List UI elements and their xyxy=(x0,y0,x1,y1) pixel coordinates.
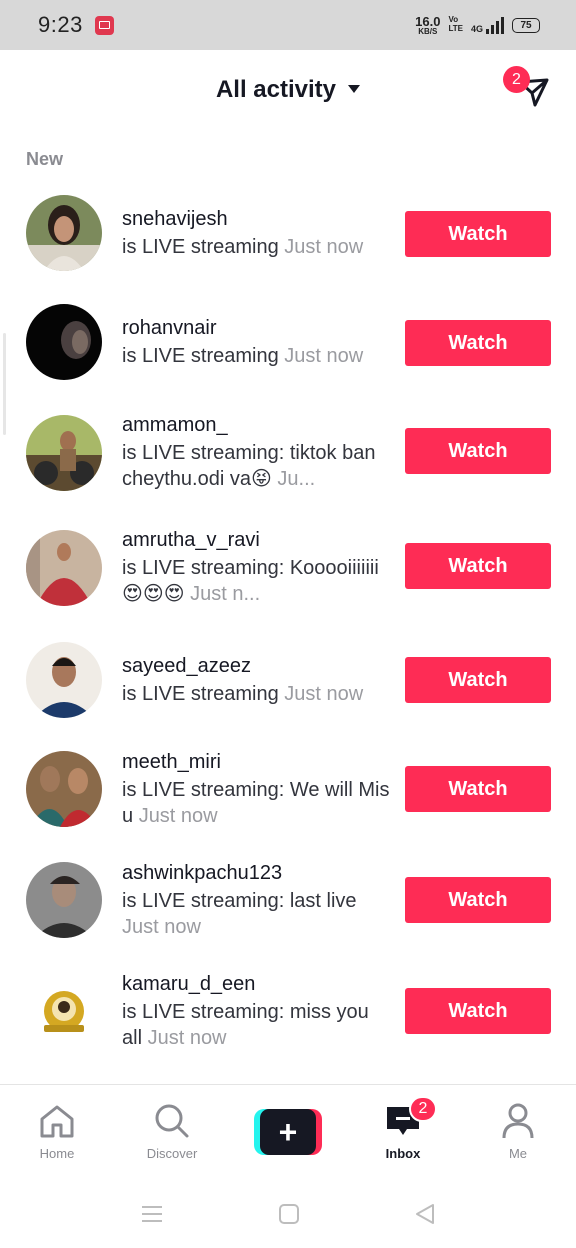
activity-row: sayeed_azeez is LIVE streaming Just now … xyxy=(0,640,576,720)
username[interactable]: sayeed_azeez xyxy=(122,655,251,678)
activity-row: ashwinkpachu123 is LIVE streaming: last … xyxy=(0,859,576,943)
status-bar: 9:23 16.0 KB/S Vo LTE 4G 75 xyxy=(0,0,576,50)
avatar[interactable] xyxy=(26,642,102,718)
activity-text: is LIVE streaming Just now xyxy=(122,234,390,260)
activity-text: is LIVE streaming: last live Just now xyxy=(122,888,390,940)
avatar[interactable] xyxy=(26,973,102,1049)
username[interactable]: kamaru_d_een xyxy=(122,973,255,996)
activity-row: meeth_miri is LIVE streaming: We will Mi… xyxy=(0,748,576,832)
nav-inbox[interactable]: Inbox xyxy=(353,1085,453,1173)
activity-text: is LIVE streaming: We will Mis u Just no… xyxy=(122,777,390,829)
activity-text: is LIVE streaming: Kooooiiiiiii😍😍😍 Just … xyxy=(122,555,390,607)
nav-inbox-label: Inbox xyxy=(385,1146,421,1161)
caret-down-icon xyxy=(348,84,361,93)
profile-icon xyxy=(498,1101,538,1141)
watch-button[interactable]: Watch xyxy=(405,988,551,1034)
activity-row: ammamon_ is LIVE streaming: tiktok ban c… xyxy=(0,411,576,501)
plus-icon: + xyxy=(260,1109,316,1155)
system-navigation-bar xyxy=(0,1172,576,1248)
activity-time: Just now xyxy=(147,1027,227,1049)
activity-time: Just now xyxy=(122,916,201,938)
activity-row: kamaru_d_een is LIVE streaming: miss you… xyxy=(0,970,576,1054)
home-square-icon[interactable] xyxy=(277,1202,301,1226)
activity-row: snehavijesh is LIVE streaming Just now W… xyxy=(0,193,576,273)
activity-row: rohanvnair is LIVE streaming Just now Wa… xyxy=(0,302,576,382)
activity-time: Just n... xyxy=(190,583,261,605)
username[interactable]: meeth_miri xyxy=(122,751,221,774)
activity-time: Just now xyxy=(284,683,364,705)
nav-discover[interactable]: Discover xyxy=(122,1085,222,1173)
watch-button[interactable]: Watch xyxy=(405,543,551,589)
avatar[interactable] xyxy=(26,530,102,606)
volte-icon: Vo LTE xyxy=(448,15,463,34)
search-icon xyxy=(152,1101,192,1141)
status-time: 9:23 xyxy=(38,12,83,37)
nav-me[interactable]: Me xyxy=(468,1085,568,1173)
back-triangle-icon[interactable] xyxy=(413,1202,437,1226)
nav-discover-label: Discover xyxy=(146,1146,198,1161)
activity-message: is LIVE streaming xyxy=(122,236,279,258)
battery-level: 75 xyxy=(520,19,532,31)
activity-time: Just now xyxy=(284,345,364,367)
menu-icon[interactable] xyxy=(140,1202,164,1226)
activity-row: amrutha_v_ravi is LIVE streaming: Kooooi… xyxy=(0,526,576,616)
watch-button[interactable]: Watch xyxy=(405,211,551,257)
activity-time: Just now xyxy=(138,805,218,827)
home-icon xyxy=(37,1101,77,1141)
network-speed-unit: KB/S xyxy=(418,26,438,36)
activity-text: is LIVE streaming Just now xyxy=(122,343,390,369)
network-speed-value: 16.0 xyxy=(415,13,441,29)
network-speed: 16.0 KB/S xyxy=(415,15,440,36)
notification-app-icon xyxy=(94,15,114,35)
activity-filter-label: All activity xyxy=(215,76,337,103)
activity-text: is LIVE streaming: tiktok ban cheythu.od… xyxy=(122,440,390,492)
status-indicators: 16.0 KB/S Vo LTE 4G 75 xyxy=(415,15,540,36)
battery-icon: 75 xyxy=(512,17,540,33)
signal-icon: 4G xyxy=(470,16,504,34)
create-button[interactable]: + xyxy=(254,1109,322,1155)
watch-button[interactable]: Watch xyxy=(405,877,551,923)
avatar[interactable] xyxy=(26,304,102,380)
activity-filter-dropdown[interactable]: All activity xyxy=(0,76,576,104)
network-type: 4G xyxy=(470,23,483,34)
avatar[interactable] xyxy=(26,862,102,938)
watch-button[interactable]: Watch xyxy=(405,657,551,703)
username[interactable]: amrutha_v_ravi xyxy=(122,529,260,552)
username[interactable]: snehavijesh xyxy=(122,208,228,231)
activity-message: is LIVE streaming: last live xyxy=(122,890,357,912)
inbox-count-badge: 2 xyxy=(409,1096,437,1122)
avatar[interactable] xyxy=(26,195,102,271)
watch-button[interactable]: Watch xyxy=(405,766,551,812)
nav-home[interactable]: Home xyxy=(7,1085,107,1173)
section-label-new: New xyxy=(26,149,64,169)
activity-time: Ju... xyxy=(277,468,316,490)
avatar[interactable] xyxy=(26,751,102,827)
activity-message: is LIVE streaming xyxy=(122,683,279,705)
bottom-navigation: Home Discover + Inbox Me xyxy=(0,1084,576,1172)
dm-count-badge: 2 xyxy=(503,66,530,93)
watch-button[interactable]: Watch xyxy=(405,320,551,366)
watch-button[interactable]: Watch xyxy=(405,428,551,474)
activity-text: is LIVE streaming: miss you all Just now xyxy=(122,999,390,1051)
nav-me-label: Me xyxy=(508,1146,528,1161)
inbox-header: All activity 2 xyxy=(0,50,576,136)
avatar[interactable] xyxy=(26,415,102,491)
username[interactable]: ammamon_ xyxy=(122,414,228,437)
nav-home-label: Home xyxy=(39,1146,75,1161)
activity-text: is LIVE streaming Just now xyxy=(122,681,390,707)
activity-message: is LIVE streaming xyxy=(122,345,279,367)
username[interactable]: rohanvnair xyxy=(122,317,217,340)
volte-bottom: LTE xyxy=(448,24,463,33)
activity-time: Just now xyxy=(284,236,364,258)
activity-message: is LIVE streaming: tiktok ban cheythu.od… xyxy=(122,442,376,490)
username[interactable]: ashwinkpachu123 xyxy=(122,862,282,885)
